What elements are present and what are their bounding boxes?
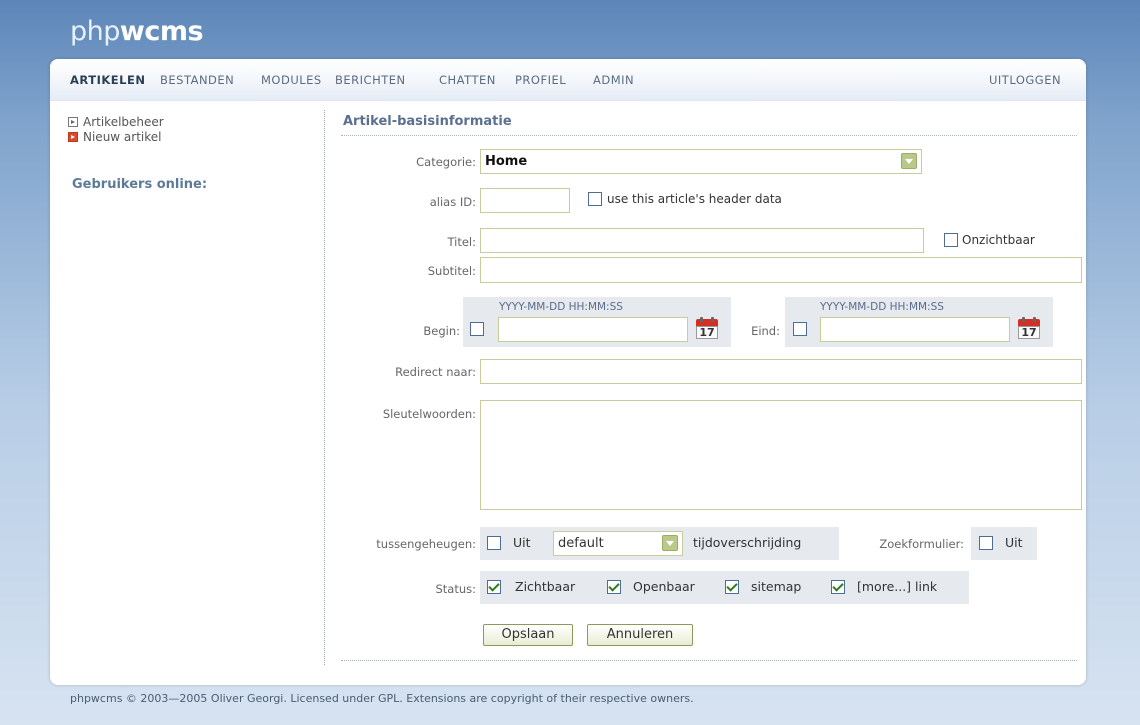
- section-title: Artikel-basisinformatie: [343, 114, 512, 129]
- redirect-label: Redirect naar:: [395, 365, 476, 379]
- cache-label: tussengeheugen:: [376, 537, 476, 551]
- titel-input[interactable]: [480, 228, 924, 253]
- eind-calendar-icon[interactable]: 17: [1018, 317, 1040, 339]
- form-bottom-divider: [341, 660, 1077, 661]
- redirect-input[interactable]: [480, 359, 1082, 384]
- eind-date-input[interactable]: [820, 317, 1010, 342]
- eind-label: Eind:: [751, 324, 780, 338]
- alias-id-input[interactable]: [480, 188, 570, 213]
- nav-admin[interactable]: ADMIN: [593, 73, 634, 87]
- zoekformulier-checkbox[interactable]: [979, 536, 993, 550]
- cache-off-label: Uit: [513, 535, 531, 550]
- openbaar-checkbox[interactable]: [607, 580, 621, 594]
- arrow-box-icon: [68, 117, 78, 127]
- cancel-button[interactable]: Annuleren: [587, 624, 693, 646]
- section-divider: [341, 135, 1077, 136]
- subtitel-label: Subtitel:: [427, 264, 476, 278]
- titel-label: Titel:: [447, 235, 476, 249]
- nav-modules[interactable]: MODULES: [261, 73, 322, 87]
- header-data-checkbox[interactable]: [588, 192, 602, 206]
- sidebar-item-nieuw-artikel[interactable]: Nieuw artikel: [68, 130, 164, 145]
- main-panel: ARTIKELEN BESTANDEN MODULES BERICHTEN CH…: [50, 59, 1086, 685]
- sitemap-checkbox[interactable]: [725, 580, 739, 594]
- column-divider: [324, 110, 325, 665]
- onzichtbaar-label: Onzichtbaar: [962, 233, 1035, 247]
- zoekformulier-label: Zoekformulier:: [879, 537, 964, 551]
- nav-profiel[interactable]: PROFIEL: [515, 73, 566, 87]
- sleutelwoorden-textarea[interactable]: [480, 400, 1082, 510]
- zichtbaar-label: Zichtbaar: [515, 579, 576, 594]
- begin-date-hint: YYYY-MM-DD HH:MM:SS: [499, 301, 623, 313]
- chevron-down-icon: [662, 535, 678, 551]
- onzichtbaar-checkbox[interactable]: [944, 233, 958, 247]
- status-label: Status:: [435, 582, 476, 596]
- sidebar-item-artikelbeheer[interactable]: Artikelbeheer: [68, 115, 164, 130]
- zichtbaar-checkbox[interactable]: [487, 580, 501, 594]
- timeout-label: tijdoverschrijding: [693, 535, 802, 550]
- categorie-label: Categorie:: [416, 155, 476, 169]
- alias-label: alias ID:: [429, 195, 476, 209]
- save-button[interactable]: Opslaan: [483, 624, 573, 646]
- cache-off-checkbox[interactable]: [487, 536, 501, 550]
- sitemap-label: sitemap: [751, 579, 802, 594]
- begin-label: Begin:: [423, 324, 460, 338]
- zoekformulier-off-label: Uit: [1005, 535, 1023, 550]
- sleutelwoorden-label: Sleutelwoorden:: [382, 407, 476, 421]
- sidebar: Artikelbeheer Nieuw artikel: [68, 115, 164, 145]
- more-link-checkbox[interactable]: [831, 580, 845, 594]
- header-data-label: use this article's header data: [607, 192, 782, 206]
- cache-select[interactable]: default: [553, 531, 683, 556]
- nav-artikelen[interactable]: ARTIKELEN: [70, 73, 145, 87]
- eind-date-hint: YYYY-MM-DD HH:MM:SS: [820, 301, 944, 313]
- begin-checkbox[interactable]: [470, 322, 484, 336]
- logout-link[interactable]: UITLOGGEN: [989, 73, 1061, 87]
- begin-date-input[interactable]: [498, 317, 688, 342]
- eind-checkbox[interactable]: [793, 322, 807, 336]
- more-link-label: [more...] link: [857, 579, 938, 594]
- nav-berichten[interactable]: BERICHTEN: [335, 73, 406, 87]
- nav-bestanden[interactable]: BESTANDEN: [160, 73, 234, 87]
- openbaar-label: Openbaar: [633, 579, 695, 594]
- users-online-title: Gebruikers online:: [72, 177, 208, 192]
- begin-calendar-icon[interactable]: 17: [696, 317, 718, 339]
- categorie-select[interactable]: Home: [480, 149, 922, 174]
- top-navigation: ARTIKELEN BESTANDEN MODULES BERICHTEN CH…: [50, 59, 1086, 101]
- nav-chatten[interactable]: CHATTEN: [439, 73, 496, 87]
- subtitel-input[interactable]: [480, 257, 1082, 283]
- arrow-box-icon: [68, 132, 78, 142]
- footer-copyright: phpwcms © 2003—2005 Oliver Georgi. Licen…: [70, 692, 694, 705]
- app-logo: phpwcms: [70, 16, 204, 47]
- chevron-down-icon: [901, 153, 917, 169]
